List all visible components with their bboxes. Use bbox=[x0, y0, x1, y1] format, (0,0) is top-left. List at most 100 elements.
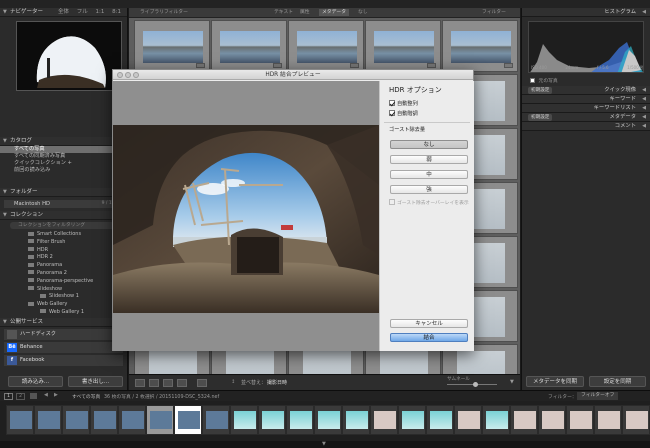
catalog-item-synced[interactable]: すべての同期済み写真 bbox=[0, 153, 127, 160]
catalog-header[interactable]: ▼ カタログ bbox=[0, 137, 127, 146]
grid-thumbnail[interactable] bbox=[442, 20, 518, 72]
screen-1-button[interactable]: 1 bbox=[4, 393, 13, 400]
compare-view-icon[interactable] bbox=[163, 379, 173, 387]
grid-thumbnail[interactable] bbox=[288, 20, 364, 72]
loupe-view-icon[interactable] bbox=[149, 379, 159, 387]
cancel-button[interactable]: キャンセル bbox=[390, 319, 468, 328]
service-facebook[interactable]: f Facebook bbox=[4, 354, 123, 366]
close-window-icon[interactable] bbox=[117, 72, 123, 78]
collection-item[interactable]: HDR 2 bbox=[0, 254, 127, 262]
filter-tab-attribute[interactable]: 属性 bbox=[297, 9, 313, 16]
show-overlay-checkbox[interactable] bbox=[389, 199, 395, 205]
auto-tone-row[interactable]: 自動階調 bbox=[389, 110, 418, 118]
comments-header[interactable]: コメント ◀ bbox=[522, 122, 650, 131]
filmstrip-thumbnail[interactable] bbox=[594, 405, 622, 435]
catalog-item-previous-import[interactable]: 前回の読み込み bbox=[0, 167, 127, 174]
filmstrip-source[interactable]: すべての写真 bbox=[72, 393, 100, 400]
collection-item[interactable]: Panorama bbox=[0, 262, 127, 270]
grid-thumbnail[interactable] bbox=[211, 20, 287, 72]
navigator-preview[interactable] bbox=[16, 21, 122, 91]
grid-thumbnail[interactable] bbox=[134, 20, 210, 72]
filmstrip-thumbnail[interactable] bbox=[482, 405, 510, 435]
deghost-none-button[interactable]: なし bbox=[390, 140, 468, 149]
thumbnail-size-slider[interactable] bbox=[447, 384, 497, 385]
filmstrip-thumbnail[interactable] bbox=[230, 405, 258, 435]
quick-develop-header[interactable]: 初期設定 クイック現像 ◀ bbox=[522, 86, 650, 95]
filmstrip-thumbnail[interactable] bbox=[398, 405, 426, 435]
original-photo-row[interactable]: 元の写真 bbox=[522, 77, 650, 86]
publish-services-header[interactable]: ▼ 公開サービス bbox=[0, 317, 127, 327]
filmstrip[interactable] bbox=[0, 401, 650, 441]
filmstrip-thumbnail[interactable] bbox=[622, 405, 650, 435]
grid-view-icon[interactable] bbox=[135, 379, 145, 387]
catalog-item-all-photos[interactable]: すべての写真 bbox=[0, 146, 127, 153]
filter-preset-label[interactable]: フィルター bbox=[479, 9, 509, 16]
filmstrip-thumbnail[interactable] bbox=[314, 405, 342, 435]
filmstrip-thumbnail[interactable] bbox=[538, 405, 566, 435]
filmstrip-thumbnail[interactable] bbox=[118, 405, 146, 435]
filmstrip-thumbnail[interactable] bbox=[454, 405, 482, 435]
collection-item[interactable]: Web Gallery 1 bbox=[0, 309, 127, 317]
zoom-tab-8-1[interactable]: 8:1 bbox=[112, 9, 121, 15]
filmstrip-thumbnail[interactable] bbox=[146, 405, 174, 435]
back-arrow-icon[interactable]: ◀ bbox=[44, 392, 48, 398]
collections-header[interactable]: ▼ コレクション bbox=[0, 211, 127, 220]
dialog-titlebar[interactable]: HDR 結合プレビュー bbox=[113, 70, 473, 80]
filmstrip-thumbnail[interactable] bbox=[174, 405, 202, 435]
folders-header[interactable]: ▼ フォルダー bbox=[0, 188, 127, 197]
filmstrip-thumbnail[interactable] bbox=[426, 405, 454, 435]
grid-mini-icon[interactable] bbox=[30, 393, 37, 399]
collection-item[interactable]: HDR bbox=[0, 247, 127, 255]
deghost-high-button[interactable]: 強 bbox=[390, 185, 468, 194]
filmstrip-thumbnail[interactable] bbox=[286, 405, 314, 435]
collection-item[interactable]: Filter Brush bbox=[0, 239, 127, 247]
sort-direction-icon[interactable]: ↕ bbox=[231, 379, 235, 385]
filmstrip-toggle-icon[interactable]: ▼ bbox=[322, 441, 326, 447]
filmstrip-thumbnail[interactable] bbox=[566, 405, 594, 435]
filter-tab-metadata[interactable]: メタデータ bbox=[319, 9, 349, 16]
forward-arrow-icon[interactable]: ▶ bbox=[54, 392, 58, 398]
filter-tab-none[interactable]: なし bbox=[355, 9, 371, 16]
minimize-window-icon[interactable] bbox=[125, 72, 131, 78]
collection-item[interactable]: Web Gallery bbox=[0, 301, 127, 309]
sort-value-select[interactable]: 撮影日時 bbox=[267, 379, 287, 386]
navigator-header[interactable]: ▼ ナビゲーター 全体 フル 1:1 8:1 bbox=[0, 8, 127, 17]
zoom-window-icon[interactable] bbox=[133, 72, 139, 78]
filmstrip-thumbnail[interactable] bbox=[370, 405, 398, 435]
collection-item[interactable]: Slideshow bbox=[0, 286, 127, 294]
original-photo-checkbox[interactable] bbox=[530, 78, 535, 83]
collection-item[interactable]: Panorama 2 bbox=[0, 270, 127, 278]
filmstrip-thumbnail[interactable] bbox=[90, 405, 118, 435]
collection-filter-input[interactable]: コレクションをフィルタリング bbox=[10, 222, 121, 229]
collection-item[interactable]: Smart Collections bbox=[0, 231, 127, 239]
filmstrip-thumbnail[interactable] bbox=[34, 405, 62, 435]
deghost-low-button[interactable]: 弱 bbox=[390, 155, 468, 164]
metadata-preset-select[interactable]: 初期設定 bbox=[528, 114, 553, 121]
painter-icon[interactable] bbox=[197, 379, 207, 387]
catalog-item-quick-collection[interactable]: クイックコレクション + bbox=[0, 160, 127, 167]
screen-2-button[interactable]: 2 bbox=[16, 393, 25, 400]
auto-align-row[interactable]: 自動整列 bbox=[389, 100, 418, 108]
filmstrip-thumbnail[interactable] bbox=[202, 405, 230, 435]
filmstrip-thumbnail[interactable] bbox=[342, 405, 370, 435]
show-overlay-row[interactable]: ゴースト除去オーバーレイを表示 bbox=[389, 199, 469, 207]
service-harddisk[interactable]: ハードディスク bbox=[4, 328, 123, 340]
auto-tone-checkbox[interactable] bbox=[389, 110, 395, 116]
quick-develop-preset-select[interactable]: 初期設定 bbox=[528, 87, 553, 94]
metadata-header[interactable]: 初期設定 メタデータ ◀ bbox=[522, 113, 650, 122]
zoom-tab-fill[interactable]: フル bbox=[77, 9, 88, 15]
collection-item[interactable]: Panorama-perspective bbox=[0, 278, 127, 286]
collection-item[interactable]: Slideshow 1 bbox=[0, 293, 127, 301]
filmstrip-thumbnail[interactable] bbox=[510, 405, 538, 435]
thumbnail-size-slider-handle[interactable] bbox=[473, 382, 478, 387]
filmstrip-thumbnail[interactable] bbox=[62, 405, 90, 435]
service-behance[interactable]: Bē Behance bbox=[4, 341, 123, 353]
folder-volume[interactable]: Macintosh HD 9 / 1 TB bbox=[4, 200, 123, 208]
zoom-tab-1-1[interactable]: 1:1 bbox=[96, 9, 105, 15]
auto-align-checkbox[interactable] bbox=[389, 100, 395, 106]
keyword-list-header[interactable]: キーワードリスト ◀ bbox=[522, 104, 650, 113]
export-button[interactable]: 書き出し... bbox=[68, 376, 123, 387]
import-button[interactable]: 読み込み... bbox=[8, 376, 63, 387]
keywords-header[interactable]: キーワード ◀ bbox=[522, 95, 650, 104]
toolbar-menu-icon[interactable]: ▼ bbox=[510, 379, 514, 385]
